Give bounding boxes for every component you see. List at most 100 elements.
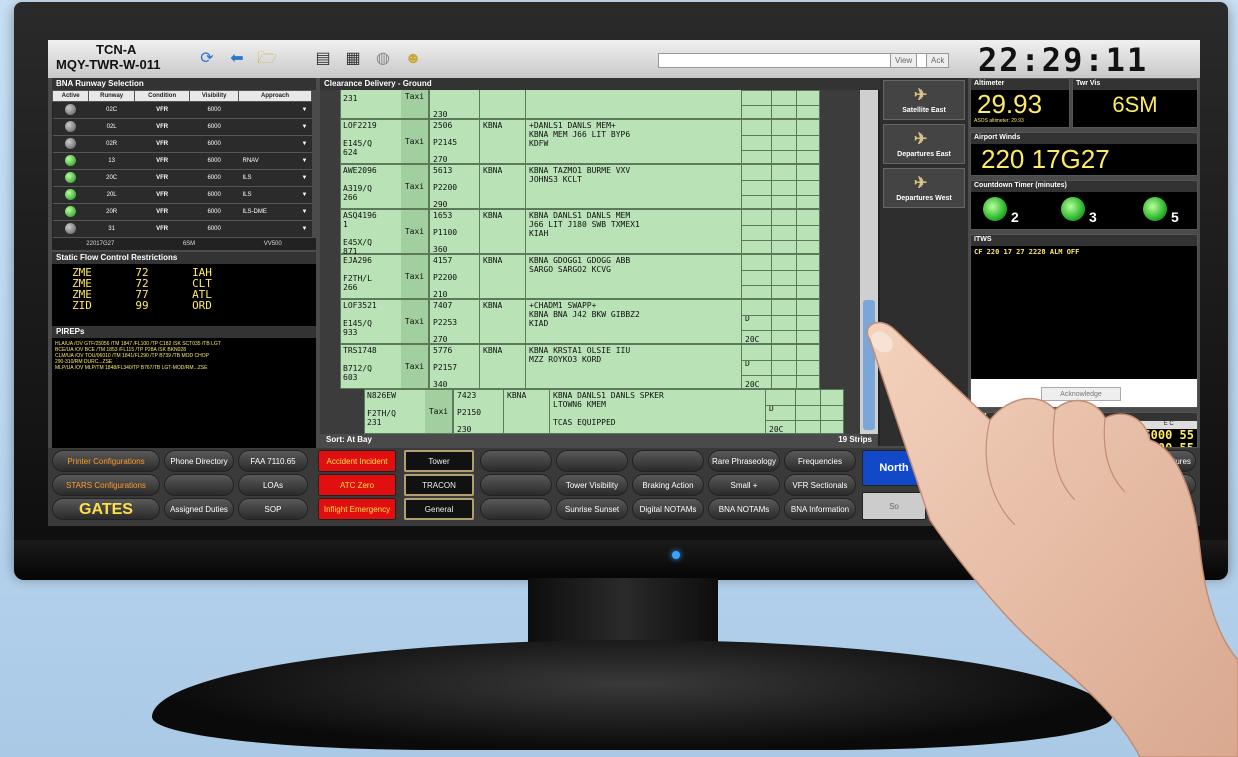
strip-taxi-status[interactable]: Taxi xyxy=(401,210,429,253)
loas-button[interactable]: LOAs xyxy=(238,474,308,496)
strip-taxi-status[interactable]: Taxi xyxy=(401,345,429,388)
accident-incident-button[interactable]: Accident Incident xyxy=(318,450,396,472)
blank-button[interactable] xyxy=(632,450,704,472)
fax-icon[interactable]: ▦ xyxy=(342,49,364,69)
runway-approach-select[interactable]: ILS-DME ▼ xyxy=(238,203,312,221)
vfr-sectionals-button[interactable]: VFR Sectionals xyxy=(784,474,856,496)
runway-row[interactable]: 20C VFR 6000 ILS ▼ xyxy=(52,169,312,187)
runway-approach-select[interactable]: ILS ▼ xyxy=(238,186,312,204)
runway-active-toggle[interactable] xyxy=(65,171,77,183)
runway-active-toggle[interactable] xyxy=(65,120,77,132)
frequencies-button[interactable]: Frequencies xyxy=(784,450,856,472)
tracon-button[interactable]: TRACON xyxy=(404,474,474,496)
countdown-2-button[interactable] xyxy=(983,197,1007,221)
scroll-thumb[interactable] xyxy=(863,300,875,430)
globe-icon[interactable]: ◍ xyxy=(372,49,394,69)
runway-active-toggle[interactable] xyxy=(65,154,77,166)
sop-button[interactable]: SOP xyxy=(238,498,308,520)
north-button[interactable]: North xyxy=(862,450,926,486)
flight-strip[interactable]: F2TH/Q 231 Taxi P2150 230 TCAS EQUIPPED xyxy=(340,90,820,119)
bna-other-button[interactable]: A xyxy=(1128,498,1196,520)
bna-arrivals-button[interactable]: BNA Arrivals xyxy=(1128,474,1196,496)
rare-phraseology-button[interactable]: Rare Phraseology xyxy=(708,450,780,472)
runway-approach-select[interactable]: ▼ xyxy=(238,118,312,136)
strip-taxi-status[interactable]: Taxi xyxy=(425,390,453,433)
refresh-icon[interactable]: ⟳ xyxy=(196,49,218,69)
runway-approach-select[interactable]: ILS ▼ xyxy=(238,169,312,187)
blank-button[interactable] xyxy=(480,474,552,496)
runway-row[interactable]: 31 VFR 6000 ▼ xyxy=(52,220,312,238)
bna-departures-button[interactable]: BNA Departures xyxy=(1128,450,1196,472)
bna-information-button[interactable]: BNA Information xyxy=(784,498,856,520)
runway-active-toggle[interactable] xyxy=(65,137,77,149)
runway-approach-select[interactable]: ▼ xyxy=(238,135,312,153)
flight-strip[interactable]: EJA296 F2TH/L 266 Taxi 4157 P2200 210 KB… xyxy=(340,254,820,299)
strip-callsign: EJA296 F2TH/L 266 xyxy=(343,256,372,292)
runway-active-toggle[interactable] xyxy=(65,188,77,200)
back-arrow-icon[interactable]: ⬅ xyxy=(226,49,248,69)
strip-scrollbar[interactable] xyxy=(860,90,878,434)
general-button[interactable]: General xyxy=(404,498,474,520)
ack-button[interactable]: Ack xyxy=(926,53,950,68)
departures-east-button[interactable]: ✈ Departures East xyxy=(883,124,965,164)
strip-taxi-status[interactable]: Taxi xyxy=(401,90,429,118)
flight-strip[interactable]: N826EW F2TH/Q 231 Taxi 7423 P2150 230 KB… xyxy=(364,389,844,434)
winds-label: Airport Winds xyxy=(971,133,1197,144)
altimeter-sub: ASOS altimeter: 29.93 xyxy=(974,118,1024,124)
runway-active-toggle[interactable] xyxy=(65,205,77,217)
blank-button[interactable] xyxy=(556,450,628,472)
tower-visibility-button[interactable]: Tower Visibility xyxy=(556,474,628,496)
runway-row[interactable]: 20L VFR 6000 ILS ▼ xyxy=(52,186,312,204)
runway-approach-select[interactable]: RNAV ▼ xyxy=(238,152,312,170)
blank-button[interactable] xyxy=(480,450,552,472)
col-condition: Condition xyxy=(133,90,191,102)
stars-config-button[interactable]: STARS Configurations xyxy=(52,474,160,496)
flight-strip[interactable]: LOF3521 E145/Q 933 Taxi 7407 P2253 270 K… xyxy=(340,299,820,344)
braking-action-button[interactable]: Braking Action xyxy=(632,474,704,496)
blank-button[interactable] xyxy=(480,498,552,520)
users-icon[interactable]: ☻ xyxy=(402,49,424,69)
strip-taxi-status[interactable]: Taxi xyxy=(401,255,429,298)
folder-search-icon[interactable]: 🗁 xyxy=(256,49,278,69)
runway-row[interactable]: 02L VFR 6000 ▼ xyxy=(52,118,312,136)
countdown-3-button[interactable] xyxy=(1061,197,1085,221)
south-button[interactable]: So xyxy=(862,492,926,520)
blank-button[interactable] xyxy=(164,474,234,496)
strip-list[interactable]: F2TH/Q 231 Taxi P2150 230 TCAS EQUIPPED … xyxy=(320,90,860,434)
strip-callsign: F2TH/Q 231 xyxy=(343,94,358,103)
strip-taxi-status[interactable]: Taxi xyxy=(401,165,429,208)
small-plus-button[interactable]: Small + xyxy=(708,474,780,496)
printer-icon[interactable]: ▤ xyxy=(312,49,334,69)
tower-button[interactable]: Tower xyxy=(404,450,474,472)
strip-taxi-status[interactable]: Taxi xyxy=(401,300,429,343)
sunrise-sunset-button[interactable]: Sunrise Sunset xyxy=(556,498,628,520)
runway-row[interactable]: 13 VFR 6000 RNAV ▼ xyxy=(52,152,312,170)
inflight-emergency-button[interactable]: Inflight Emergency xyxy=(318,498,396,520)
runway-row[interactable]: 20R VFR 6000 ILS-DME ▼ xyxy=(52,203,312,221)
printer-config-button[interactable]: Printer Configurations xyxy=(52,450,160,472)
bna-notams-button[interactable]: BNA NOTAMs xyxy=(708,498,780,520)
satellite-east-button[interactable]: ✈ Satellite East xyxy=(883,80,965,120)
gates-button[interactable]: GATES xyxy=(52,498,160,520)
faa-7110-button[interactable]: FAA 7110.65 xyxy=(238,450,308,472)
runway-row[interactable]: 02R VFR 6000 ▼ xyxy=(52,135,312,153)
sort-label[interactable]: Sort: At Bay xyxy=(326,435,372,444)
assigned-duties-button[interactable]: Assigned Duties xyxy=(164,498,234,520)
flight-strip[interactable]: ASQ4196 1 E45X/Q 871 Taxi 1653 P1100 360… xyxy=(340,209,820,256)
acknowledge-button[interactable]: Acknowledge xyxy=(1041,387,1121,401)
runway-approach-select[interactable]: ▼ xyxy=(238,220,312,238)
runway-active-toggle[interactable] xyxy=(65,103,77,115)
runway-active-toggle[interactable] xyxy=(65,222,77,234)
strip-taxi-status[interactable]: Taxi xyxy=(401,120,429,163)
departures-west-button[interactable]: ✈ Departures West xyxy=(883,168,965,208)
digital-notams-button[interactable]: Digital NOTAMs xyxy=(632,498,704,520)
countdown-5-button[interactable] xyxy=(1143,197,1167,221)
atc-zero-button[interactable]: ATC Zero xyxy=(318,474,396,496)
flight-strip[interactable]: TRS1748 B712/Q 603 Taxi 5776 P2157 340 K… xyxy=(340,344,820,389)
view-button[interactable]: View xyxy=(890,53,918,68)
phone-directory-button[interactable]: Phone Directory xyxy=(164,450,234,472)
runway-approach-select[interactable]: ▼ xyxy=(238,101,312,119)
runway-row[interactable]: 02C VFR 6000 ▼ xyxy=(52,101,312,119)
flight-strip[interactable]: LOF2219 E145/Q 624 Taxi 2506 P2145 270 K… xyxy=(340,119,820,164)
flight-strip[interactable]: AWE2096 A319/Q 266 Taxi 5613 P2200 290 K… xyxy=(340,164,820,209)
